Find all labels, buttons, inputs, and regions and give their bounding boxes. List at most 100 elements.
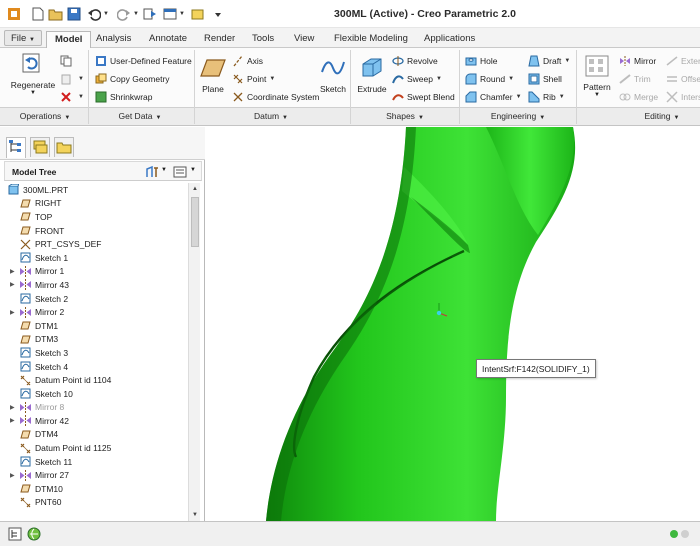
tree-item[interactable]: Datum Point id 1104 (4, 373, 188, 387)
group-engineering[interactable]: Engineering ▼ (462, 111, 574, 121)
tree-item[interactable]: ▶ Mirror 27 (4, 468, 188, 482)
datum-plane-icon (20, 483, 31, 494)
show-navigator-icon[interactable] (8, 527, 22, 541)
tab-file-label: File (11, 33, 27, 44)
swept-blend-button[interactable]: Swept Blend (392, 90, 455, 104)
rib-button[interactable]: Rib ▼ (528, 90, 565, 104)
axis-button[interactable]: Axis (232, 54, 263, 68)
revolve-button[interactable]: Revolve (392, 54, 438, 68)
show-dropdown-icon[interactable]: ▼ (190, 167, 196, 173)
pattern-dropdown-icon[interactable]: ▼ (580, 92, 614, 98)
tree-item[interactable]: DTM3 (4, 333, 188, 347)
scroll-down-icon[interactable]: ▼ (189, 509, 201, 521)
group-shapes[interactable]: Shapes ▼ (352, 111, 458, 121)
extend-label: Extend (681, 56, 700, 66)
tab-applications[interactable]: Applications (416, 31, 483, 48)
scroll-thumb[interactable] (191, 197, 199, 247)
tree-item[interactable]: ▶ Mirror 8 (4, 401, 188, 415)
window-title: 300ML (Active) - Creo Parametric 2.0 (334, 8, 516, 20)
tree-item-label: RIGHT (35, 198, 62, 209)
intersect-button[interactable]: Intersect (666, 90, 700, 104)
show-browser-icon[interactable] (27, 527, 41, 541)
tree-item-label: Mirror 42 (35, 415, 70, 426)
copy-icon[interactable] (60, 54, 75, 68)
chamfer-button[interactable]: Chamfer ▼ (465, 90, 522, 104)
tab-tools[interactable]: Tools (244, 31, 282, 48)
offset-button[interactable]: Offset (666, 72, 700, 86)
tab-file[interactable]: File ▼ (4, 30, 42, 46)
model-tree-scrollbar[interactable]: ▲ ▼ (188, 183, 200, 521)
shell-button[interactable]: Shell (528, 72, 562, 86)
group-get-data[interactable]: Get Data ▼ (90, 111, 190, 121)
delete-icon[interactable]: ▼ (60, 90, 84, 104)
tree-item[interactable]: RIGHT (4, 197, 188, 211)
tab-model-tree[interactable] (6, 137, 26, 158)
shrinkwrap-button[interactable]: Shrinkwrap (95, 90, 153, 104)
tree-item[interactable]: Sketch 3 (4, 346, 188, 360)
tree-item[interactable]: TOP (4, 210, 188, 224)
tree-item[interactable]: ▶ Mirror 2 (4, 305, 188, 319)
regenerate-dropdown-icon[interactable]: ▼ (8, 90, 58, 96)
tab-analysis[interactable]: Analysis (88, 31, 139, 48)
bottle-model[interactable] (206, 127, 700, 521)
tab-render[interactable]: Render (196, 31, 243, 48)
tree-item[interactable]: PRT_CSYS_DEF (4, 237, 188, 251)
expand-arrow-icon[interactable]: ▶ (10, 281, 18, 288)
tree-item[interactable]: DTM1 (4, 319, 188, 333)
expand-arrow-icon[interactable]: ▶ (10, 404, 18, 411)
tree-settings-icon[interactable] (144, 165, 160, 179)
plane-button[interactable]: Plane (198, 56, 228, 94)
regenerate-button[interactable]: Regenerate ▼ (8, 52, 58, 96)
trim-button[interactable]: Trim (619, 72, 651, 86)
copy-geometry-button[interactable]: Copy Geometry (95, 72, 170, 86)
group-operations[interactable]: Operations ▼ (8, 111, 82, 121)
coordinate-system-button[interactable]: Coordinate System (232, 90, 319, 104)
tree-item[interactable]: ▶ Mirror 43 (4, 278, 188, 292)
scroll-up-icon[interactable]: ▲ (189, 183, 201, 195)
tree-item[interactable]: Sketch 1 (4, 251, 188, 265)
expand-arrow-icon[interactable]: ▶ (10, 268, 18, 275)
tree-item[interactable]: ▶ Mirror 1 (4, 265, 188, 279)
tree-item-label: Sketch 4 (35, 361, 69, 372)
tree-item[interactable]: 300ML.PRT (4, 183, 188, 197)
tree-item[interactable]: Sketch 4 (4, 360, 188, 374)
tree-settings-dropdown-icon[interactable]: ▼ (161, 167, 167, 173)
tab-layers[interactable] (30, 137, 50, 157)
group-editing[interactable]: Editing ▼ (626, 111, 698, 121)
tree-item[interactable]: Sketch 11 (4, 455, 188, 469)
sweep-label: Sweep (407, 74, 433, 84)
round-icon (465, 73, 477, 85)
tree-item[interactable]: Sketch 2 (4, 292, 188, 306)
sketch-button[interactable]: Sketch (318, 56, 348, 94)
point-button[interactable]: Point ▼ (232, 72, 275, 86)
tree-item[interactable]: Sketch 10 (4, 387, 188, 401)
tree-item[interactable]: FRONT (4, 224, 188, 238)
group-datum[interactable]: Datum ▼ (196, 111, 346, 121)
mirror-button[interactable]: Mirror (619, 54, 656, 68)
pattern-button[interactable]: Pattern ▼ (580, 54, 614, 98)
extrude-button[interactable]: Extrude (355, 56, 389, 94)
tab-model[interactable]: Model (46, 31, 92, 49)
user-defined-feature-button[interactable]: User-Defined Feature (95, 54, 192, 68)
graphics-window[interactable] (206, 127, 700, 521)
tree-item[interactable]: Datum Point id 1125 (4, 441, 188, 455)
tab-annotate[interactable]: Annotate (141, 31, 195, 48)
expand-arrow-icon[interactable]: ▶ (10, 309, 18, 316)
extend-button[interactable]: Extend (666, 54, 700, 68)
sweep-button[interactable]: Sweep ▼ (392, 72, 442, 86)
expand-arrow-icon[interactable]: ▶ (10, 417, 18, 424)
draft-button[interactable]: Draft ▼ (528, 54, 570, 68)
tab-view[interactable]: View (286, 31, 322, 48)
show-icon[interactable] (173, 165, 187, 179)
tree-item[interactable]: DTM10 (4, 482, 188, 496)
hole-button[interactable]: Hole (465, 54, 497, 68)
tab-flexible-modeling[interactable]: Flexible Modeling (326, 31, 416, 48)
tree-item[interactable]: ▶ Mirror 42 (4, 414, 188, 428)
paste-icon[interactable]: ▼ (60, 72, 84, 86)
expand-arrow-icon[interactable]: ▶ (10, 472, 18, 479)
tab-folder-browser[interactable] (54, 137, 74, 157)
tree-item[interactable]: DTM4 (4, 428, 188, 442)
round-button[interactable]: Round ▼ (465, 72, 514, 86)
merge-button[interactable]: Merge (619, 90, 658, 104)
tree-item[interactable]: PNT60 (4, 496, 188, 510)
